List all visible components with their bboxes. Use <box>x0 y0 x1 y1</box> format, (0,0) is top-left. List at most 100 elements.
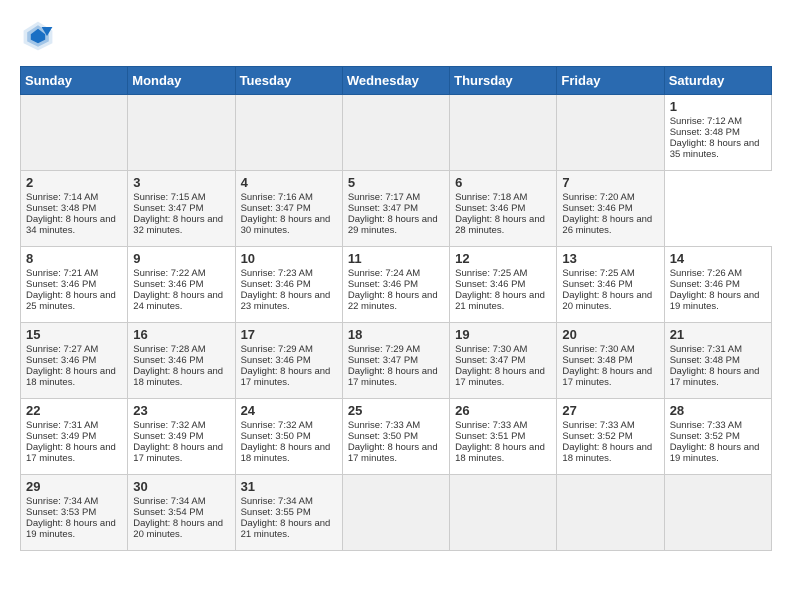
sunset: Sunset: 3:46 PM <box>133 279 203 290</box>
day-number: 5 <box>348 175 444 190</box>
day-cell <box>342 95 449 171</box>
daylight: Daylight: 8 hours and 18 minutes. <box>26 366 116 388</box>
sunrise: Sunrise: 7:33 AM <box>562 420 634 431</box>
day-cell <box>450 475 557 551</box>
sunrise: Sunrise: 7:15 AM <box>133 192 205 203</box>
sunset: Sunset: 3:47 PM <box>455 355 525 366</box>
day-number: 4 <box>241 175 337 190</box>
sunset: Sunset: 3:46 PM <box>133 355 203 366</box>
sunrise: Sunrise: 7:29 AM <box>348 344 420 355</box>
daylight: Daylight: 8 hours and 18 minutes. <box>455 442 545 464</box>
day-number: 27 <box>562 403 658 418</box>
day-number: 15 <box>26 327 122 342</box>
day-number: 22 <box>26 403 122 418</box>
sunset: Sunset: 3:46 PM <box>562 279 632 290</box>
day-cell: 11Sunrise: 7:24 AMSunset: 3:46 PMDayligh… <box>342 247 449 323</box>
logo-icon <box>20 18 56 54</box>
day-cell: 25Sunrise: 7:33 AMSunset: 3:50 PMDayligh… <box>342 399 449 475</box>
day-cell: 10 Sunrise: 7:23 AMSunset: 3:46 PMDayligh… <box>235 247 342 323</box>
day-number: 3 <box>133 175 229 190</box>
day-cell <box>664 475 771 551</box>
daylight: Daylight: 8 hours and 17 minutes. <box>670 366 760 388</box>
day-cell: 2Sunrise: 7:14 AMSunset: 3:48 PMDaylight… <box>21 171 128 247</box>
day-number: 21 <box>670 327 766 342</box>
sunset: Sunset: 3:49 PM <box>26 431 96 442</box>
daylight: Daylight: 8 hours and 17 minutes. <box>348 366 438 388</box>
col-header-sunday: Sunday <box>21 67 128 95</box>
sunset: Sunset: 3:46 PM <box>241 279 311 290</box>
day-cell <box>450 95 557 171</box>
day-number: 24 <box>241 403 337 418</box>
daylight: Daylight: 8 hours and 32 minutes. <box>133 214 223 236</box>
day-number: 13 <box>562 251 658 266</box>
day-number: 19 <box>455 327 551 342</box>
day-cell: 13Sunrise: 7:25 AMSunset: 3:46 PMDayligh… <box>557 247 664 323</box>
day-cell: 5Sunrise: 7:17 AMSunset: 3:47 PMDaylight… <box>342 171 449 247</box>
sunrise: Sunrise: 7:22 AM <box>133 268 205 279</box>
sunset: Sunset: 3:48 PM <box>562 355 632 366</box>
day-number: 6 <box>455 175 551 190</box>
daylight: Daylight: 8 hours and 26 minutes. <box>562 214 652 236</box>
col-header-monday: Monday <box>128 67 235 95</box>
daylight: Daylight: 8 hours and 17 minutes. <box>26 442 116 464</box>
day-number: 16 <box>133 327 229 342</box>
day-number: 29 <box>26 479 122 494</box>
logo <box>20 18 62 54</box>
sunrise: Sunrise: 7:34 AM <box>26 496 98 507</box>
day-number: 25 <box>348 403 444 418</box>
day-cell: 14Sunrise: 7:26 AMSunset: 3:46 PMDayligh… <box>664 247 771 323</box>
week-row-5: 22Sunrise: 7:31 AMSunset: 3:49 PMDayligh… <box>21 399 772 475</box>
daylight: Daylight: 8 hours and 34 minutes. <box>26 214 116 236</box>
day-cell: 7Sunrise: 7:20 AMSunset: 3:46 PMDaylight… <box>557 171 664 247</box>
daylight: Daylight: 8 hours and 17 minutes. <box>241 366 331 388</box>
day-cell: 3Sunrise: 7:15 AMSunset: 3:47 PMDaylight… <box>128 171 235 247</box>
daylight: Daylight: 8 hours and 23 minutes. <box>241 290 331 312</box>
sunrise: Sunrise: 7:21 AM <box>26 268 98 279</box>
week-row-2: 2Sunrise: 7:14 AMSunset: 3:48 PMDaylight… <box>21 171 772 247</box>
day-cell: 16Sunrise: 7:28 AMSunset: 3:46 PMDayligh… <box>128 323 235 399</box>
day-cell: 8Sunrise: 7:21 AMSunset: 3:46 PMDaylight… <box>21 247 128 323</box>
sunrise: Sunrise: 7:33 AM <box>455 420 527 431</box>
daylight: Daylight: 8 hours and 19 minutes. <box>670 290 760 312</box>
day-number: 10 <box>241 251 337 266</box>
day-cell <box>342 475 449 551</box>
sunrise: Sunrise: 7:30 AM <box>562 344 634 355</box>
sunrise: Sunrise: 7:18 AM <box>455 192 527 203</box>
day-cell: 28Sunrise: 7:33 AMSunset: 3:52 PMDayligh… <box>664 399 771 475</box>
sunset: Sunset: 3:47 PM <box>348 203 418 214</box>
daylight: Daylight: 8 hours and 35 minutes. <box>670 138 760 160</box>
day-number: 11 <box>348 251 444 266</box>
col-header-friday: Friday <box>557 67 664 95</box>
day-number: 2 <box>26 175 122 190</box>
sunset: Sunset: 3:49 PM <box>133 431 203 442</box>
sunrise: Sunrise: 7:12 AM <box>670 116 742 127</box>
day-number: 18 <box>348 327 444 342</box>
day-number: 12 <box>455 251 551 266</box>
day-number: 17 <box>241 327 337 342</box>
header-row: SundayMondayTuesdayWednesdayThursdayFrid… <box>21 67 772 95</box>
daylight: Daylight: 8 hours and 19 minutes. <box>670 442 760 464</box>
daylight: Daylight: 8 hours and 19 minutes. <box>26 518 116 540</box>
sunrise: Sunrise: 7:23 AM <box>241 268 313 279</box>
sunrise: Sunrise: 7:34 AM <box>241 496 313 507</box>
sunset: Sunset: 3:48 PM <box>26 203 96 214</box>
sunrise: Sunrise: 7:28 AM <box>133 344 205 355</box>
col-header-tuesday: Tuesday <box>235 67 342 95</box>
day-number: 20 <box>562 327 658 342</box>
sunset: Sunset: 3:50 PM <box>348 431 418 442</box>
day-cell: 31Sunrise: 7:34 AMSunset: 3:55 PMDayligh… <box>235 475 342 551</box>
day-cell: 21Sunrise: 7:31 AMSunset: 3:48 PMDayligh… <box>664 323 771 399</box>
sunset: Sunset: 3:47 PM <box>241 203 311 214</box>
sunset: Sunset: 3:46 PM <box>562 203 632 214</box>
day-cell <box>235 95 342 171</box>
sunset: Sunset: 3:48 PM <box>670 127 740 138</box>
daylight: Daylight: 8 hours and 20 minutes. <box>133 518 223 540</box>
sunset: Sunset: 3:46 PM <box>670 279 740 290</box>
col-header-wednesday: Wednesday <box>342 67 449 95</box>
daylight: Daylight: 8 hours and 22 minutes. <box>348 290 438 312</box>
day-number: 8 <box>26 251 122 266</box>
col-header-thursday: Thursday <box>450 67 557 95</box>
day-cell: 20Sunrise: 7:30 AMSunset: 3:48 PMDayligh… <box>557 323 664 399</box>
day-cell: 18Sunrise: 7:29 AMSunset: 3:47 PMDayligh… <box>342 323 449 399</box>
sunset: Sunset: 3:46 PM <box>26 355 96 366</box>
